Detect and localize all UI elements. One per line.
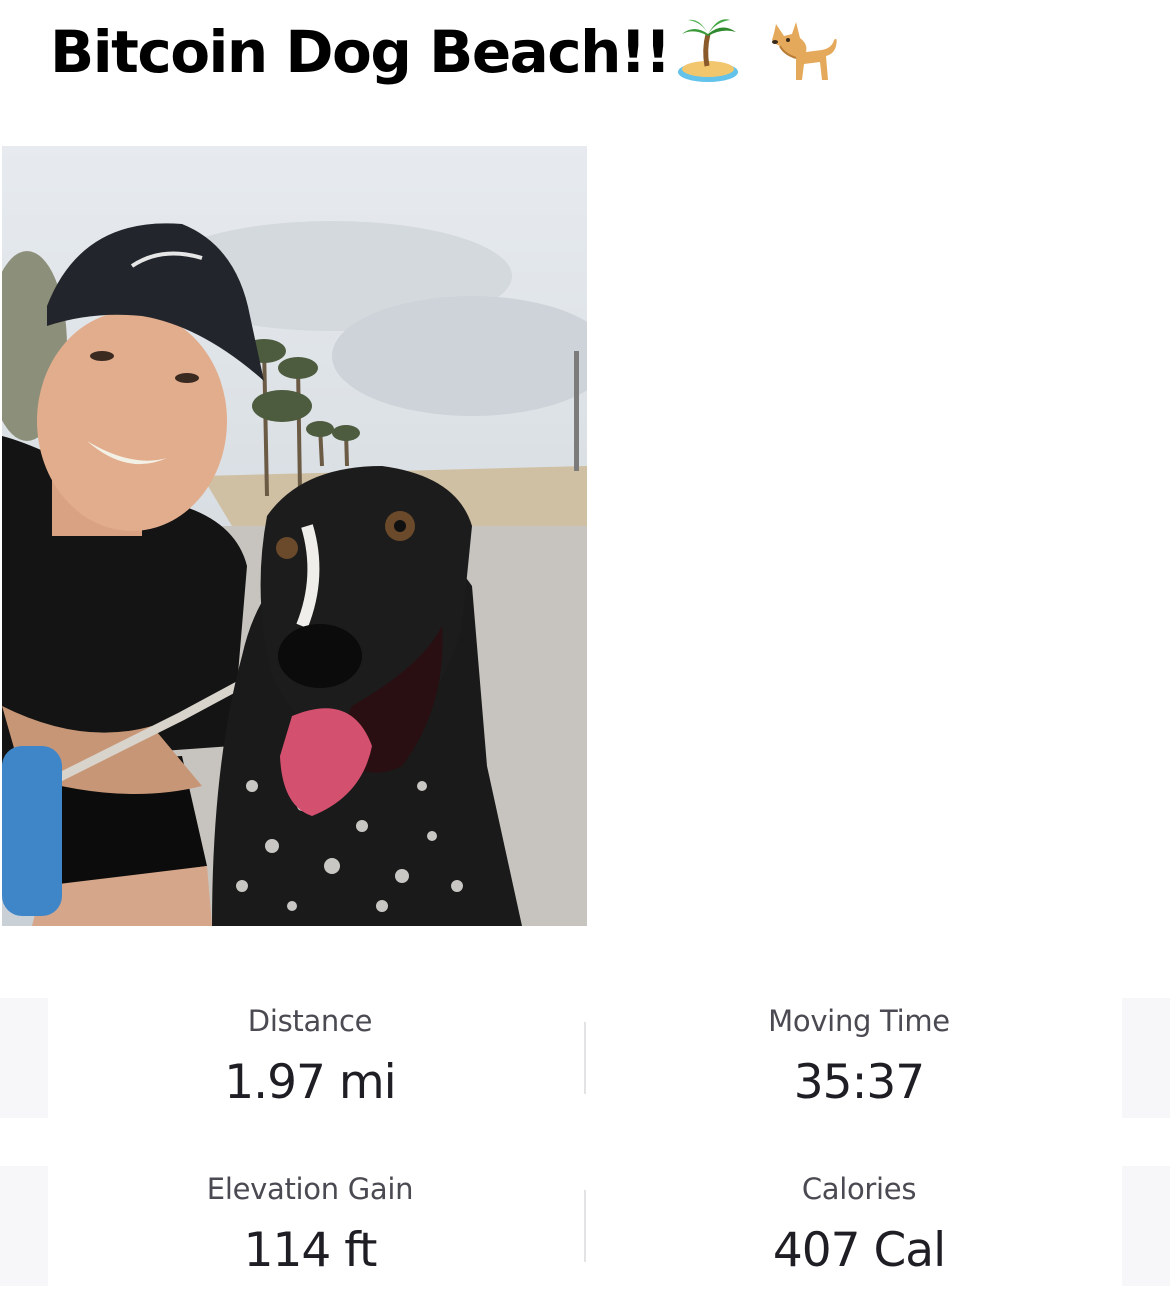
stat-elevation-gain: Elevation Gain 114 ft <box>60 1166 560 1280</box>
desert-island-icon <box>674 14 744 90</box>
stat-distance: Distance 1.97 mi <box>60 998 560 1112</box>
stat-divider <box>584 1190 586 1262</box>
stats-panel-edge <box>0 1166 48 1286</box>
stat-value: 114 ft <box>243 1223 378 1278</box>
activity-photo[interactable] <box>2 146 587 926</box>
dog-icon <box>762 14 842 90</box>
stat-value: 35:37 <box>793 1055 925 1110</box>
stats-panel-edge <box>1122 1166 1170 1286</box>
stat-label: Distance <box>247 1004 373 1038</box>
stats-row-2: Elevation Gain 114 ft Calories 407 Cal <box>0 1166 1170 1286</box>
stat-moving-time: Moving Time 35:37 <box>609 998 1109 1112</box>
stat-calories: Calories 407 Cal <box>609 1166 1109 1280</box>
stat-label: Moving Time <box>768 1004 950 1038</box>
activity-title: Bitcoin Dog Beach!! <box>50 18 671 86</box>
stats-panel-edge <box>1122 998 1170 1118</box>
stat-value: 1.97 mi <box>224 1055 396 1110</box>
stats-row-1: Distance 1.97 mi Moving Time 35:37 <box>0 998 1170 1118</box>
stat-label: Elevation Gain <box>206 1172 414 1206</box>
stat-divider <box>584 1022 586 1094</box>
stat-value: 407 Cal <box>772 1223 946 1278</box>
stats-panel-edge <box>0 998 48 1118</box>
activity-title-row: Bitcoin Dog Beach!! <box>50 14 842 90</box>
stat-label: Calories <box>801 1172 917 1206</box>
